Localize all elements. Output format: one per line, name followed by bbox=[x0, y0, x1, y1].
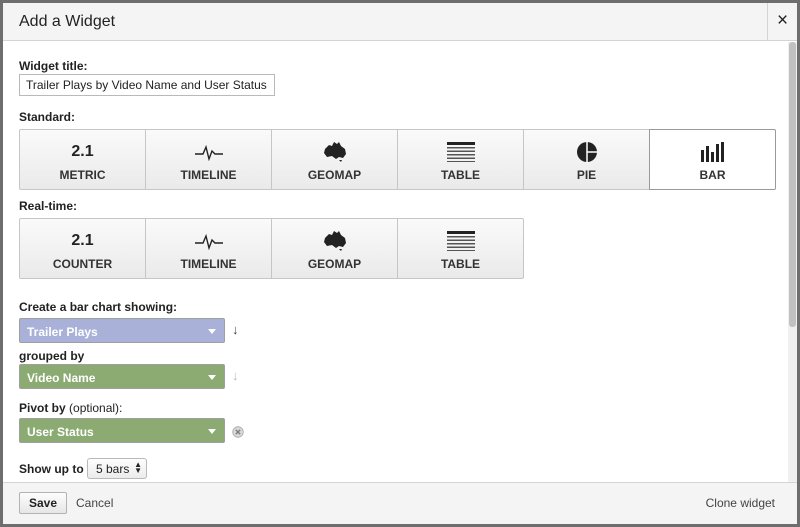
timeline-icon bbox=[146, 140, 271, 164]
remove-pivot-icon[interactable] bbox=[232, 426, 244, 441]
timeline-icon bbox=[146, 229, 271, 253]
sort-arrow-down-icon[interactable]: ↓ bbox=[232, 322, 239, 337]
table-icon bbox=[398, 140, 523, 164]
tile-label: TIMELINE bbox=[180, 168, 237, 182]
realtime-tiles: 2.1 COUNTER TIMELINE GEOMAP TABLE bbox=[19, 218, 524, 279]
vertical-scrollbar[interactable] bbox=[788, 42, 797, 482]
tile-label: GEOMAP bbox=[307, 257, 362, 271]
dialog-content: Widget title: Standard: 2.1 METRIC TIMEL… bbox=[3, 42, 788, 482]
tile-label: BAR bbox=[699, 168, 726, 182]
grouped-by-label: grouped by bbox=[19, 349, 85, 363]
standard-tile-metric[interactable]: 2.1 METRIC bbox=[19, 129, 146, 190]
geomap-icon bbox=[272, 229, 397, 253]
tile-label: TABLE bbox=[440, 257, 481, 271]
realtime-tile-table[interactable]: TABLE bbox=[397, 218, 524, 279]
chevron-down-icon bbox=[208, 429, 216, 434]
bars-count-select[interactable]: 5 bars ▲ ▼ bbox=[87, 458, 147, 479]
widget-title-input[interactable] bbox=[19, 74, 275, 96]
cancel-link[interactable]: Cancel bbox=[76, 496, 113, 510]
realtime-tile-timeline[interactable]: TIMELINE bbox=[145, 218, 272, 279]
close-icon: × bbox=[776, 10, 789, 31]
bar-chart-showing-label: Create a bar chart showing: bbox=[19, 300, 178, 314]
show-up-to-label: Show up to bbox=[19, 462, 84, 476]
tile-label: TIMELINE bbox=[180, 257, 237, 271]
table-icon bbox=[398, 229, 523, 253]
geomap-icon bbox=[272, 140, 397, 164]
tile-label: METRIC bbox=[59, 168, 106, 182]
widget-title-label: Widget title: bbox=[19, 59, 88, 73]
bars-count-value: 5 bars bbox=[96, 462, 130, 476]
scrollbar-thumb[interactable] bbox=[789, 42, 796, 327]
tile-label: PIE bbox=[576, 168, 597, 182]
chevron-down-icon bbox=[208, 375, 216, 380]
pivot-dropdown[interactable]: User Status bbox=[19, 418, 225, 443]
metric-dropdown[interactable]: Trailer Plays bbox=[19, 318, 225, 343]
pivot-by-label: Pivot by (optional): bbox=[19, 401, 123, 415]
standard-tiles: 2.1 METRIC TIMELINE GEOMAP TABLE PIE BAR bbox=[19, 129, 776, 190]
realtime-tile-geomap[interactable]: GEOMAP bbox=[271, 218, 398, 279]
standard-tile-table[interactable]: TABLE bbox=[397, 129, 524, 190]
dimension-dropdown[interactable]: Video Name bbox=[19, 364, 225, 389]
pivot-dropdown-value: User Status bbox=[27, 425, 94, 439]
dialog-title: Add a Widget bbox=[19, 13, 116, 30]
tile-label: COUNTER bbox=[52, 257, 113, 271]
close-button[interactable]: × bbox=[767, 3, 797, 41]
save-button[interactable]: Save bbox=[19, 492, 67, 514]
dimension-dropdown-value: Video Name bbox=[27, 371, 96, 385]
sort-arrow-down-icon[interactable]: ↓ bbox=[232, 368, 239, 383]
tile-label: TABLE bbox=[440, 168, 481, 182]
dialog-titlebar: Add a Widget × bbox=[3, 3, 797, 41]
chevron-down-icon bbox=[208, 329, 216, 334]
standard-tile-geomap[interactable]: GEOMAP bbox=[271, 129, 398, 190]
standard-tile-timeline[interactable]: TIMELINE bbox=[145, 129, 272, 190]
standard-tile-bar[interactable]: BAR bbox=[649, 129, 776, 190]
add-widget-dialog: Add a Widget × Widget title: Standard: 2… bbox=[3, 3, 797, 524]
realtime-tile-counter[interactable]: 2.1 COUNTER bbox=[19, 218, 146, 279]
metric-dropdown-value: Trailer Plays bbox=[27, 325, 98, 339]
clone-widget-link[interactable]: Clone widget bbox=[706, 496, 775, 510]
standard-tile-pie[interactable]: PIE bbox=[523, 129, 650, 190]
pie-icon bbox=[524, 140, 649, 164]
bar-chart-icon bbox=[650, 140, 775, 164]
metric-icon: 2.1 bbox=[71, 143, 94, 160]
up-down-arrows-icon: ▲ ▼ bbox=[134, 460, 142, 475]
counter-icon: 2.1 bbox=[71, 232, 94, 249]
tile-label: GEOMAP bbox=[307, 168, 362, 182]
dialog-footer: Save Cancel Clone widget bbox=[3, 482, 797, 524]
realtime-label: Real-time: bbox=[19, 199, 78, 213]
standard-label: Standard: bbox=[19, 110, 76, 124]
